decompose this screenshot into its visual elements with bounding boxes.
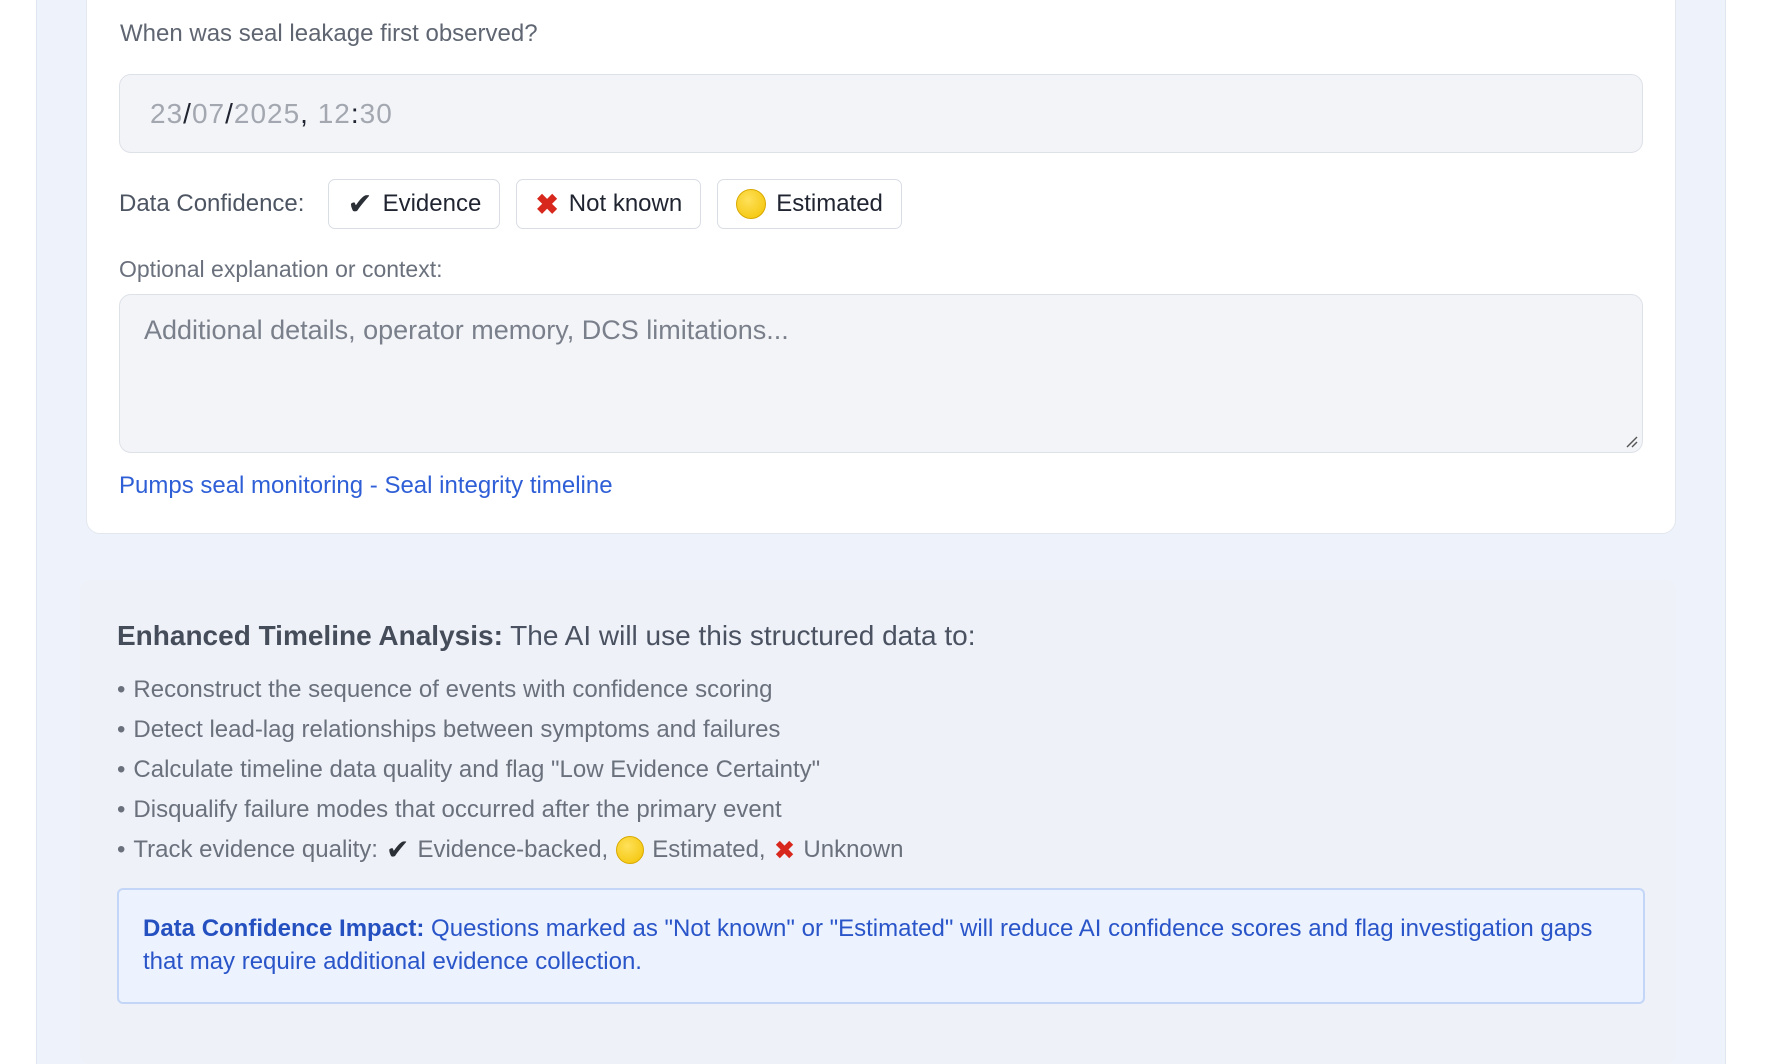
bullet-text: Disqualify failure modes that occurred a… — [133, 796, 782, 823]
evidence-button[interactable]: ✔ Evidence — [328, 179, 501, 229]
list-item: • Reconstruct the sequence of events with… — [117, 670, 903, 710]
yellow-circle-icon — [736, 189, 767, 219]
bullet-text: Detect lead-lag relationships between sy… — [133, 716, 781, 743]
evidence-label: Evidence — [382, 190, 482, 217]
estimated-button[interactable]: Estimated — [717, 179, 902, 229]
track-estimated: Estimated, — [652, 836, 766, 863]
analysis-title-rest: The AI will use this structured data to: — [502, 620, 976, 651]
bullet-text: Calculate timeline data quality and flag… — [133, 756, 821, 783]
explanation-textarea[interactable]: Additional details, operator memory, DCS… — [119, 294, 1643, 453]
date-month[interactable]: 07 — [192, 98, 225, 130]
list-item: • Disqualify failure modes that occurred … — [117, 790, 903, 830]
bullet-text: Reconstruct the sequence of events with … — [133, 676, 773, 703]
analysis-title-bold: Enhanced Timeline Analysis: — [117, 620, 503, 651]
seal-timeline-link[interactable]: Pumps seal monitoring - Seal integrity t… — [119, 472, 613, 500]
check-icon: ✔ — [347, 187, 373, 221]
date-day[interactable]: 23 — [150, 98, 183, 130]
time-minute[interactable]: 30 — [360, 98, 393, 130]
date-time-separator: , — [300, 97, 318, 129]
analysis-bullet-list: • Reconstruct the sequence of events with… — [117, 670, 903, 870]
datetime-input[interactable]: 23/07/2025, 12:30 — [119, 74, 1643, 153]
track-unknown: Unknown — [803, 836, 904, 863]
not-known-button[interactable]: ✖ Not known — [516, 179, 702, 229]
data-confidence-row: Data Confidence: ✔ Evidence ✖ Not known … — [119, 178, 918, 230]
date-separator: / — [225, 97, 234, 129]
yellow-circle-icon — [616, 836, 645, 864]
data-confidence-label: Data Confidence: — [119, 190, 305, 217]
explanation-placeholder: Additional details, operator memory, DCS… — [144, 315, 789, 345]
question-label: When was seal leakage first observed? — [120, 20, 538, 47]
time-separator: : — [350, 97, 360, 129]
list-item: • Calculate timeline data quality and fla… — [117, 750, 903, 790]
date-separator: / — [183, 97, 192, 129]
resize-handle-icon[interactable] — [1624, 434, 1638, 448]
not-known-label: Not known — [568, 190, 683, 217]
cross-icon: ✖ — [535, 188, 559, 220]
date-year[interactable]: 2025 — [234, 98, 300, 130]
track-evidence: Evidence-backed, — [417, 836, 609, 863]
analysis-title: Enhanced Timeline Analysis: The AI will … — [117, 620, 976, 652]
list-item: • Track evidence quality: ✔ Evidence-bac… — [117, 830, 903, 870]
estimated-label: Estimated — [776, 190, 883, 217]
list-item: • Detect lead-lag relationships between s… — [117, 710, 903, 750]
time-hour[interactable]: 12 — [318, 98, 351, 130]
impact-title: Data Confidence Impact: — [143, 915, 425, 942]
explanation-label: Optional explanation or context: — [119, 256, 443, 282]
check-icon: ✔ — [385, 834, 410, 865]
cross-icon: ✖ — [773, 835, 796, 865]
data-confidence-impact-notice: Data Confidence Impact: Questions marked… — [117, 888, 1645, 1004]
track-prefix: Track evidence quality: — [133, 836, 378, 863]
